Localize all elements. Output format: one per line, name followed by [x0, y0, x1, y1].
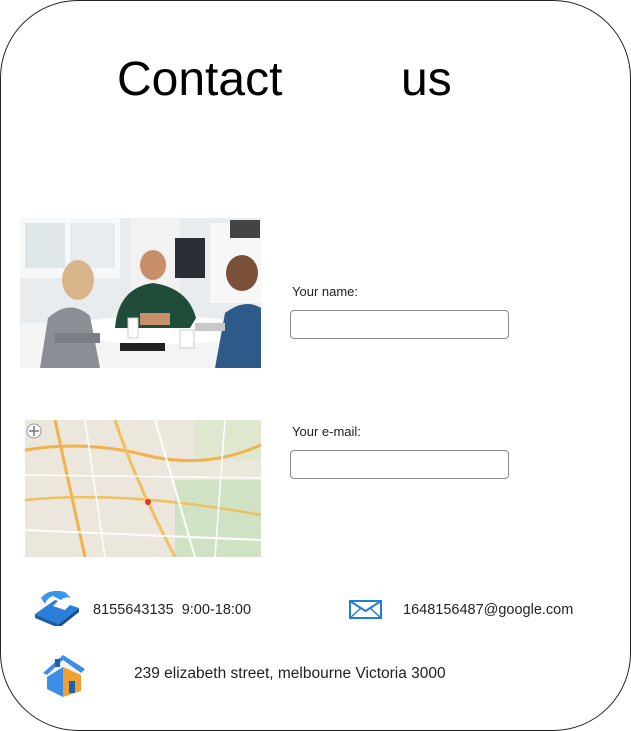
- office-hours: 9:00-18:00: [181, 602, 252, 618]
- envelope-icon[interactable]: [349, 600, 382, 624]
- house-icon: [41, 651, 87, 702]
- street-address: 239 elizabeth street, melbourne Victoria…: [134, 665, 446, 682]
- page-title-us: us: [401, 53, 452, 106]
- location-map[interactable]: [25, 420, 261, 557]
- phone-number: 8155643135 9:00-18:00: [93, 602, 252, 618]
- email-label: Your e-mail:: [292, 424, 361, 439]
- email-input[interactable]: [290, 450, 509, 479]
- telephone-icon: [31, 588, 81, 631]
- office-meeting-photo: [20, 218, 261, 368]
- name-input[interactable]: [290, 310, 509, 339]
- page-title-contact: Contact: [117, 53, 283, 106]
- name-label: Your name:: [292, 284, 359, 299]
- email-address[interactable]: 1648156487@google.com: [403, 602, 573, 618]
